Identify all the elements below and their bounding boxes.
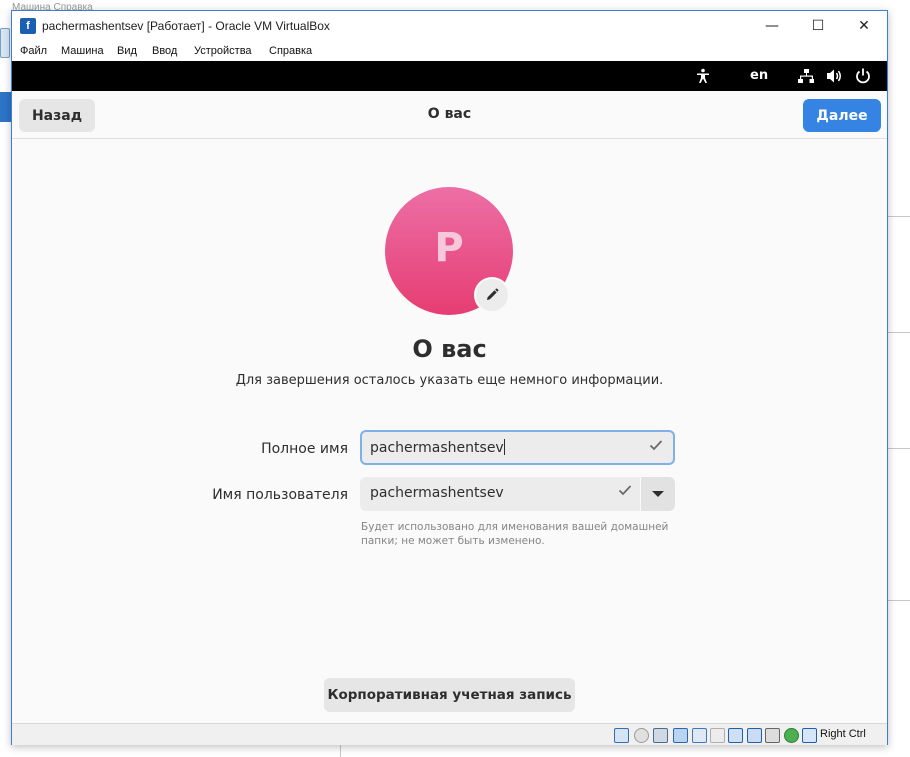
background-divider (888, 600, 910, 601)
background-divider (888, 216, 910, 217)
menu-help[interactable]: Справка (269, 45, 312, 57)
background-divider (340, 745, 341, 757)
accessibility-icon[interactable] (695, 68, 711, 88)
recording-icon[interactable] (747, 728, 762, 743)
fullname-value: pachermashentsev (370, 440, 504, 456)
optical-drive-icon[interactable] (634, 728, 649, 743)
checkmark-icon (618, 483, 632, 501)
text-caret (503, 439, 505, 455)
shared-folders-icon[interactable] (710, 728, 725, 743)
username-hint: Будет использовано для именования вашей … (361, 521, 669, 547)
background-window-edge (0, 28, 10, 58)
avatar-initial: P (434, 225, 464, 271)
host-key-label: Right Ctrl (820, 728, 866, 740)
display-icon[interactable] (728, 728, 743, 743)
menu-machine[interactable]: Машина (61, 45, 104, 57)
hard-disk-icon[interactable] (614, 728, 629, 743)
next-button[interactable]: Далее (803, 99, 881, 132)
fullname-input[interactable]: pachermashentsev (360, 430, 675, 465)
menu-view[interactable]: Вид (117, 45, 137, 57)
virtualbox-window: f pachermashentsev [Работает] - Oracle V… (11, 10, 888, 745)
header-title: О вас (427, 106, 472, 122)
virtualbox-status-bar: Right Ctrl (12, 723, 887, 745)
cpu-icon[interactable] (765, 728, 780, 743)
audio-icon[interactable] (653, 728, 668, 743)
username-label: Имя пользователя (212, 487, 348, 503)
page-subtitle: Для завершения осталось указать еще немн… (235, 373, 664, 388)
virtualbox-app-icon: f (20, 18, 36, 34)
pencil-icon (485, 286, 499, 304)
checkmark-icon (649, 438, 663, 456)
network-icon[interactable] (798, 68, 815, 88)
menu-file[interactable]: Файл (20, 45, 47, 57)
username-input[interactable]: pachermashentsev (360, 477, 640, 511)
minimize-button[interactable]: — (749, 11, 795, 42)
network-adapter-icon[interactable] (673, 728, 688, 743)
username-dropdown-button[interactable] (641, 477, 675, 511)
menu-devices[interactable]: Устройства (194, 45, 252, 57)
background-divider (888, 448, 910, 449)
back-button[interactable]: Назад (19, 99, 95, 132)
window-titlebar[interactable]: f pachermashentsev [Работает] - Oracle V… (12, 11, 887, 42)
gnome-top-bar: en (12, 61, 887, 91)
menu-input[interactable]: Ввод (152, 45, 177, 57)
window-title: pachermashentsev [Работает] - Oracle VM … (42, 19, 330, 33)
background-divider (888, 332, 910, 333)
volume-icon[interactable] (826, 68, 844, 88)
fullname-label: Полное имя (261, 441, 348, 457)
guest-additions-icon[interactable] (784, 728, 799, 743)
enterprise-login-button[interactable]: Корпоративная учетная запись (324, 678, 575, 712)
page-heading: О вас (412, 335, 487, 363)
edit-avatar-button[interactable] (474, 277, 510, 313)
background-taskbar-icon (0, 92, 11, 122)
mouse-integration-icon[interactable] (802, 728, 817, 743)
power-icon[interactable] (855, 68, 871, 88)
maximize-button[interactable]: ☐ (795, 11, 841, 42)
usb-icon[interactable] (692, 728, 707, 743)
keyboard-layout-indicator[interactable]: en (750, 68, 768, 83)
close-button[interactable]: ✕ (841, 11, 887, 42)
setup-content: P О вас Для завершения осталось указать … (12, 139, 887, 723)
chevron-down-icon (652, 491, 664, 497)
menubar: Файл Машина Вид Ввод Устройства Справка (12, 42, 887, 61)
header-bar: Назад О вас Далее (12, 91, 887, 139)
username-value: pachermashentsev (370, 485, 504, 501)
